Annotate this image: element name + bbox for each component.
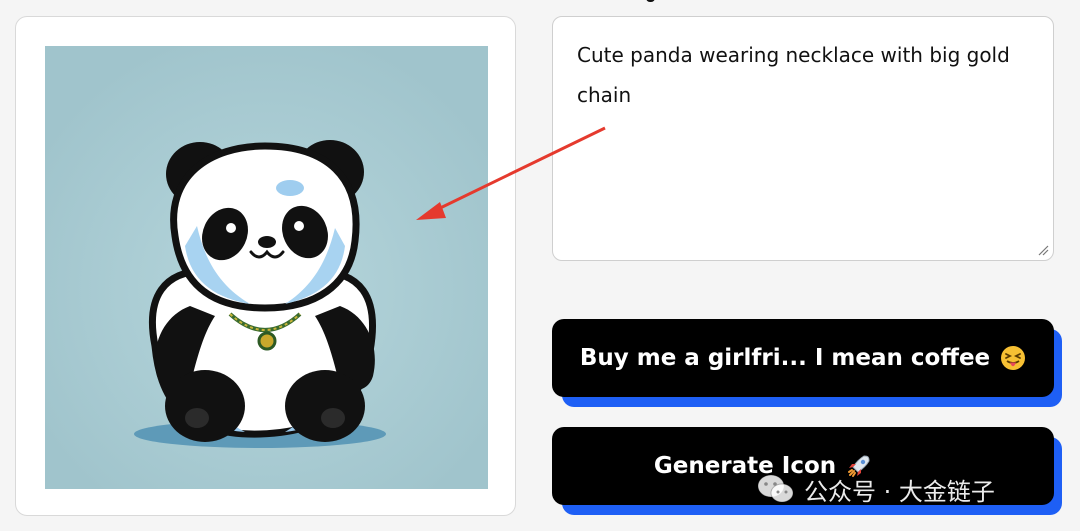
watermark: 公众号 · 大金链子 [756,472,995,506]
coffee-button-label: Buy me a girlfri... I mean coffee [579,345,991,371]
page-title-fragment [640,0,662,4]
watermark-text: 公众号 · 大金链子 [804,477,995,506]
prompt-textarea[interactable]: Cute panda wearing necklace with big gol… [552,16,1054,261]
coffee-button-container: Buy me a girlfri... I mean coffee [552,319,1064,407]
generated-icon-image [45,46,488,489]
resize-handle-icon[interactable] [1037,244,1049,256]
generated-icon-card [15,16,516,516]
panda-illustration [45,46,488,489]
buy-me-coffee-button[interactable]: Buy me a girlfri... I mean coffee [552,319,1054,397]
squinting-tongue-face-icon [1001,346,1026,370]
prompt-text: Cute panda wearing necklace with big gol… [577,43,1010,107]
wechat-icon [757,474,794,503]
icon-generator-page: Cute panda wearing necklace with big gol… [0,0,1080,531]
